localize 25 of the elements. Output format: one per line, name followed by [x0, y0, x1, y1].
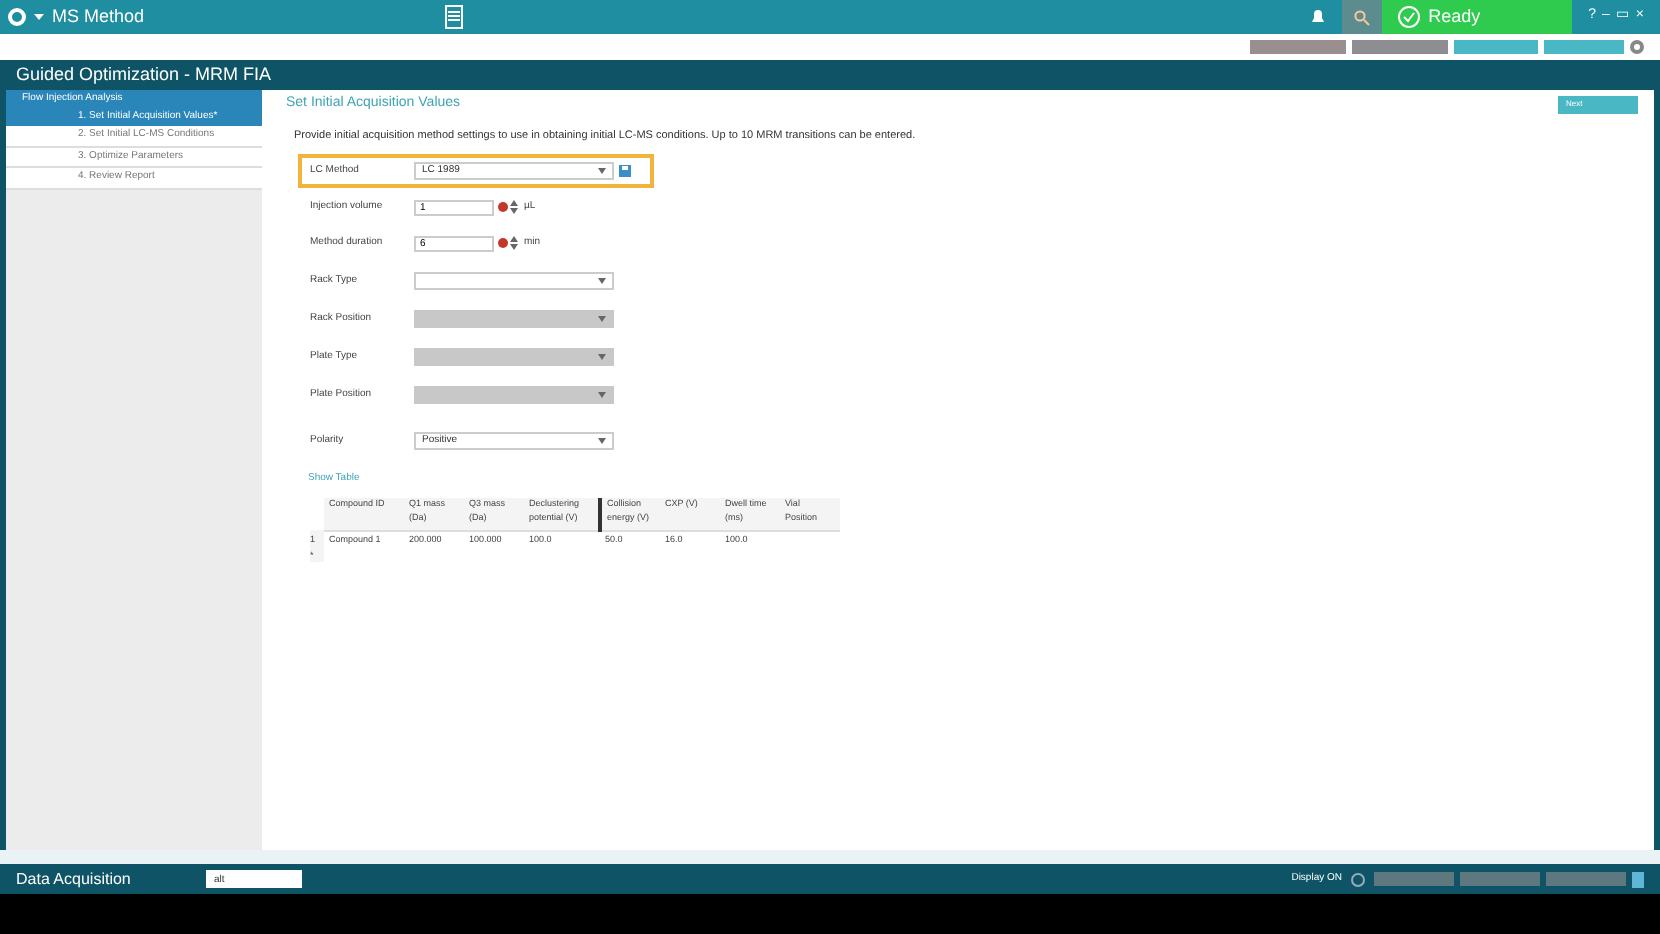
save-icon[interactable] — [618, 163, 632, 178]
window-title: Guided Optimization - MRM FIA — [16, 61, 272, 88]
caret-icon — [598, 315, 606, 322]
error-icon — [498, 238, 508, 249]
user-icon[interactable] — [1632, 871, 1644, 887]
app-title: MS Method — [52, 3, 145, 30]
caret-icon — [598, 353, 606, 360]
spinner-icon[interactable] — [510, 236, 518, 251]
caret-icon — [598, 167, 606, 174]
power-icon[interactable] — [1350, 871, 1366, 887]
caret-icon — [598, 277, 606, 284]
status-text: Ready — [1428, 3, 1481, 30]
caret-icon[interactable] — [34, 14, 44, 20]
error-icon — [498, 202, 508, 213]
dropdown[interactable] — [414, 271, 614, 290]
settings-icon[interactable] — [1630, 40, 1644, 54]
spinner-icon[interactable] — [510, 200, 518, 215]
check-icon — [1398, 6, 1421, 28]
caret-icon — [598, 391, 606, 398]
module-title: Data Acquisition — [16, 867, 133, 891]
bell-icon[interactable] — [1310, 8, 1327, 26]
search-icon[interactable] — [1354, 9, 1371, 25]
document-icon[interactable] — [444, 4, 465, 30]
app-logo-icon[interactable] — [8, 8, 26, 26]
caret-icon — [598, 437, 606, 444]
